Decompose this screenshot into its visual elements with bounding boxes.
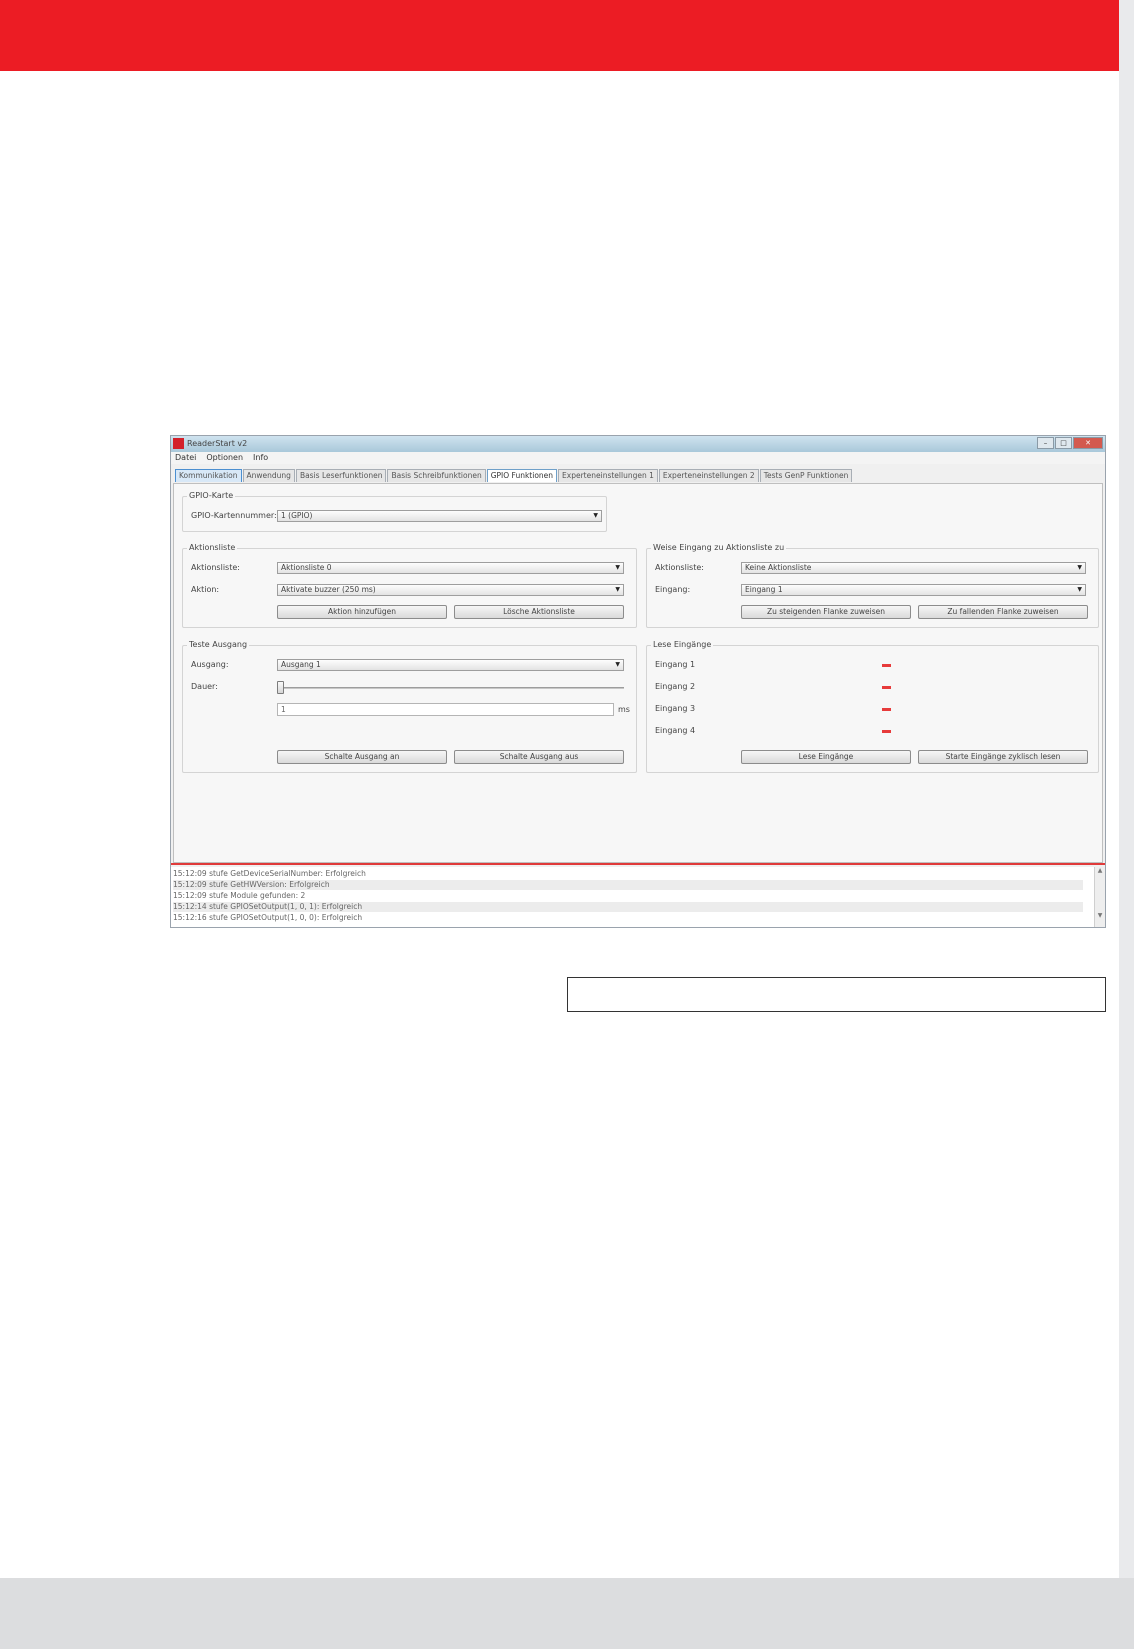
log-line: 15:12:09 stufe GetHWVersion: Erfolgreich [173,880,1083,890]
input-3-status-indicator [882,708,891,711]
tab-experteneinstellungen-2[interactable]: Experteneinstellungen 2 [658,469,759,482]
chevron-down-icon: ▼ [615,586,620,593]
cyclic-read-button[interactable]: Starte Eingänge zyklisch lesen [918,750,1088,764]
gpio-card-group: GPIO-Karte GPIO-Kartennummer: 1 (GPIO) ▼ [182,491,607,532]
duration-slider-track[interactable] [279,687,624,689]
chevron-down-icon: ▼ [615,661,620,668]
menu-info[interactable]: Info [253,452,268,464]
read-inputs-group: Lese Eingänge Eingang 1 Eingang 2 Eingan… [646,640,1099,773]
tab-experteneinstellungen-1[interactable]: Experteneinstellungen 1 [558,469,658,482]
chevron-down-icon: ▼ [1077,586,1082,593]
assign-list-select[interactable]: Keine Aktionsliste ▼ [741,562,1086,574]
assign-input-group-label: Weise Eingang zu Aktionsliste zu [651,543,787,552]
duration-input[interactable]: 1 [277,703,614,716]
action-label: Aktion: [191,585,220,594]
test-output-group-label: Teste Ausgang [187,640,250,649]
assign-input-select[interactable]: Eingang 1 ▼ [741,584,1086,596]
log-separator [171,863,1105,865]
document-page: ReaderStart v2 – □ ✕ Datei Optionen Info… [0,0,1134,1649]
duration-slider-thumb[interactable] [277,681,284,694]
maximize-button[interactable]: □ [1055,437,1072,449]
gpio-card-group-label: GPIO-Karte [187,491,236,500]
input-4-label: Eingang 4 [655,726,696,735]
input-3-label: Eingang 3 [655,704,696,713]
assign-rising-edge-button[interactable]: Zu steigenden Flanke zuweisen [741,605,911,619]
app-window-screenshot: ReaderStart v2 – □ ✕ Datei Optionen Info… [170,435,1106,928]
menu-optionen[interactable]: Optionen [206,452,243,464]
action-list-group: Aktionsliste Aktionsliste: Aktionsliste … [182,543,637,628]
input-2-status-indicator [882,686,891,689]
scroll-down-icon[interactable]: ▼ [1095,912,1105,919]
delete-action-list-button[interactable]: Lösche Aktionsliste [454,605,624,619]
action-list-select[interactable]: Aktionsliste 0 ▼ [277,562,624,574]
tab-content-panel: GPIO-Karte GPIO-Kartennummer: 1 (GPIO) ▼… [173,483,1103,863]
tab-basis-schreibfunktionen[interactable]: Basis Schreibfunktionen [387,469,486,482]
assign-input-label: Eingang: [655,585,691,594]
title-bar: ReaderStart v2 – □ ✕ [171,436,1105,452]
output-off-button[interactable]: Schalte Ausgang aus [454,750,624,764]
close-button[interactable]: ✕ [1073,437,1103,449]
input-1-status-indicator [882,664,891,667]
input-4-status-indicator [882,730,891,733]
tab-strip: Kommunikation Anwendung Basis Leserfunkt… [175,469,853,482]
page-edge-strip [1119,0,1134,1649]
gpio-card-number-label: GPIO-Kartennummer: [191,511,277,520]
chevron-down-icon: ▼ [1077,564,1082,571]
output-select[interactable]: Ausgang 1 ▼ [277,659,624,671]
scroll-up-icon[interactable]: ▲ [1095,867,1105,874]
input-1-label: Eingang 1 [655,660,696,669]
log-line: 15:12:09 stufe Module gefunden: 2 [173,891,306,900]
gpio-card-number-select[interactable]: 1 (GPIO) ▼ [277,510,602,522]
footer-gray-band [0,1578,1134,1649]
minimize-button[interactable]: – [1037,437,1054,449]
assign-list-label: Aktionsliste: [655,563,704,572]
menu-bar: Datei Optionen Info [171,452,1105,464]
tab-kommunikation[interactable]: Kommunikation [175,469,242,482]
assign-falling-edge-button[interactable]: Zu fallenden Flanke zuweisen [918,605,1088,619]
output-on-button[interactable]: Schalte Ausgang an [277,750,447,764]
menu-datei[interactable]: Datei [175,452,196,464]
duration-unit: ms [618,705,630,714]
log-line: 15:12:09 stufe GetDeviceSerialNumber: Er… [173,869,366,878]
header-red-band [0,0,1134,71]
input-2-label: Eingang 2 [655,682,696,691]
action-list-group-label: Aktionsliste [187,543,238,552]
test-output-group: Teste Ausgang Ausgang: Ausgang 1 ▼ Dauer… [182,640,637,773]
app-icon [173,438,184,449]
action-value: Aktivate buzzer (250 ms) [281,585,376,594]
action-list-value: Aktionsliste 0 [281,563,332,572]
chevron-down-icon: ▼ [615,564,620,571]
log-line: 15:12:14 stufe GPIOSetOutput(1, 0, 1): E… [173,902,1083,912]
window-title: ReaderStart v2 [187,439,248,448]
log-line: 15:12:16 stufe GPIOSetOutput(1, 0, 0): E… [173,913,363,922]
output-value: Ausgang 1 [281,660,321,669]
assign-input-group: Weise Eingang zu Aktionsliste zu Aktions… [646,543,1099,628]
log-scrollbar[interactable]: ▲ ▼ [1094,867,1105,927]
log-panel[interactable]: 15:12:09 stufe GetDeviceSerialNumber: Er… [171,867,1105,927]
action-select[interactable]: Aktivate buzzer (250 ms) ▼ [277,584,624,596]
tab-anwendung[interactable]: Anwendung [242,469,295,482]
duration-label: Dauer: [191,682,218,691]
tab-basis-leserfunktionen[interactable]: Basis Leserfunktionen [295,469,387,482]
assign-input-value: Eingang 1 [745,585,783,594]
tab-tests-genp[interactable]: Tests GenP Funktionen [759,469,853,482]
output-label: Ausgang: [191,660,229,669]
assign-list-value: Keine Aktionsliste [745,563,812,572]
add-action-button[interactable]: Aktion hinzufügen [277,605,447,619]
gpio-card-number-value: 1 (GPIO) [281,511,313,520]
read-inputs-group-label: Lese Eingänge [651,640,714,649]
tab-gpio-funktionen[interactable]: GPIO Funktionen [486,469,558,482]
chevron-down-icon: ▼ [593,512,598,519]
read-inputs-button[interactable]: Lese Eingänge [741,750,911,764]
action-list-label: Aktionsliste: [191,563,240,572]
caption-box [567,977,1106,1012]
